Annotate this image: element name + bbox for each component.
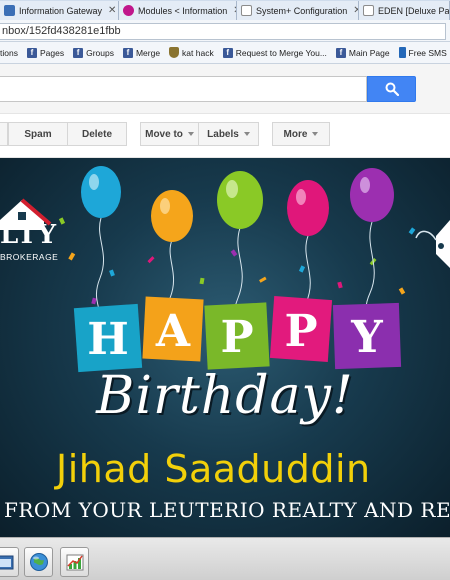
bookmark-label: Request to Merge You... — [235, 47, 327, 58]
realty-logo-text: LTY — [0, 220, 58, 250]
bookmark-item[interactable]: f Main Page — [335, 47, 390, 58]
facebook-icon: f — [222, 47, 233, 58]
message-toolbar: Spam Delete Move to Labels More — [0, 114, 450, 158]
bookmark-item[interactable]: f Merge — [122, 47, 161, 58]
more-button[interactable]: More — [272, 122, 330, 146]
move-to-button[interactable]: Move to — [140, 122, 199, 146]
bookmark-label: Groups — [86, 47, 114, 58]
bookmark-item[interactable]: f Request to Merge You... — [222, 47, 327, 58]
report-spam-button[interactable]: Spam — [8, 122, 68, 146]
window-icon — [0, 555, 13, 570]
chart-icon — [66, 554, 83, 571]
tab-label: EDEN [Deluxe Packa — [378, 5, 450, 16]
tab-label: Information Gateway — [19, 5, 103, 16]
labels-label: Labels — [207, 128, 239, 140]
tab-eden[interactable]: EDEN [Deluxe Packa — [359, 1, 450, 20]
tab-information-gateway[interactable]: Information Gateway ✕ — [0, 1, 119, 20]
bookmark-item[interactable]: f Groups — [73, 47, 114, 58]
birthday-word: Birthday! — [96, 366, 354, 426]
taskbar-chart-app-icon[interactable] — [60, 547, 89, 577]
chevron-down-icon — [187, 132, 194, 136]
browser-tab-strip: Information Gateway ✕ Modules < Informat… — [0, 0, 450, 20]
tab-modules[interactable]: Modules < Information ✕ — [119, 1, 237, 20]
site-favicon-icon — [4, 5, 15, 16]
chevron-down-icon — [243, 132, 250, 136]
shield-icon — [169, 47, 180, 58]
facebook-icon: f — [122, 47, 133, 58]
page-icon — [241, 5, 252, 16]
search-icon — [385, 82, 399, 96]
windows-taskbar — [0, 537, 450, 580]
site-favicon-icon — [123, 5, 134, 16]
happy-letter-a: A — [155, 306, 191, 357]
address-bar-row: nbox/152fd438281e1fbb — [0, 20, 450, 42]
tab-label: Modules < Information — [138, 5, 228, 16]
realty-logo-subtext: BROKERAGE — [0, 252, 59, 262]
balloons — [81, 166, 394, 242]
happy-letter-y: Y — [350, 312, 383, 363]
tab-system-configuration[interactable]: System+ Configuration ✕ — [237, 1, 359, 20]
happy-letter-p2: P — [284, 306, 317, 357]
facebook-icon: f — [335, 47, 346, 58]
bookmarks-bar: tions f Pages f Groups f Merge kat hack f Re… — [0, 42, 450, 64]
happy-letter-h: H — [87, 314, 129, 365]
bookmark-label: Pages — [39, 47, 65, 58]
tab-label: System+ Configuration — [256, 5, 348, 16]
move-to-label: Move to — [145, 128, 183, 140]
chevron-down-icon — [312, 132, 319, 136]
bookmark-label: Main Page — [348, 47, 390, 58]
spam-label: Spam — [24, 128, 52, 140]
close-tab-icon[interactable]: ✕ — [108, 5, 116, 16]
delete-button[interactable]: Delete — [67, 122, 127, 146]
bookmark-label: Merge — [135, 47, 161, 58]
bookmark-label: Free SMS — [408, 47, 447, 58]
bookmark-item[interactable]: f Pages — [26, 47, 65, 58]
celebrant-name: Jihad Saaduddin — [56, 447, 371, 491]
globe-icon — [29, 553, 48, 571]
gmail-search-row — [0, 64, 450, 114]
bookmark-item[interactable]: kat hack — [169, 47, 214, 58]
labels-button[interactable]: Labels — [198, 122, 259, 146]
bookmark-label: tions — [0, 47, 18, 58]
more-label: More — [283, 128, 308, 140]
delete-label: Delete — [81, 128, 112, 140]
bookmark-label: kat hack — [182, 47, 214, 58]
happy-letter-p1: P — [220, 312, 253, 363]
mail-search-input[interactable] — [0, 76, 367, 102]
facebook-icon: f — [26, 47, 37, 58]
taskbar-app-window-icon[interactable] — [0, 547, 19, 577]
archive-button[interactable] — [0, 122, 8, 146]
bookmark-item[interactable]: tions — [0, 48, 18, 58]
bookmark-item[interactable]: Free SMS — [398, 47, 447, 58]
birthday-card-image: H A P P Y LTY BROKERAGE Birthday! Jihad … — [0, 158, 450, 537]
address-input[interactable]: nbox/152fd438281e1fbb — [0, 23, 446, 40]
gift-tag-decoration — [415, 220, 450, 268]
greeting-line: FROM YOUR LEUTERIO REALTY AND RENT.PH FA… — [4, 498, 450, 522]
taskbar-browser-globe-icon[interactable] — [24, 547, 53, 577]
facebook-icon: f — [73, 47, 84, 58]
page-icon — [363, 5, 374, 16]
mobile-icon — [398, 47, 406, 58]
search-button[interactable] — [367, 76, 416, 102]
